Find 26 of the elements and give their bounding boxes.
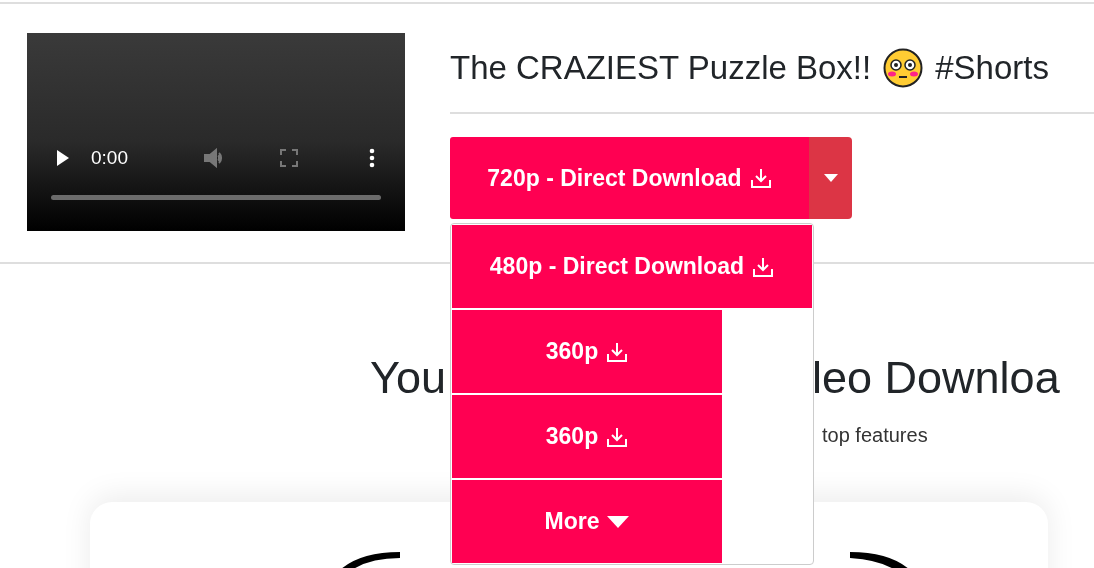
download-option[interactable]: 360p	[452, 395, 722, 478]
logo-drawing	[850, 552, 910, 568]
download-option[interactable]: More	[452, 480, 722, 563]
more-icon[interactable]	[369, 148, 375, 168]
download-icon	[752, 255, 775, 278]
video-title: The CRAZIEST Puzzle Box!!	[450, 49, 872, 87]
page-subtitle: top features	[822, 424, 928, 446]
dropdown-toggle[interactable]	[809, 137, 852, 219]
download-icon	[749, 167, 772, 189]
progress-track[interactable]	[51, 195, 381, 200]
caret-icon	[607, 515, 630, 528]
download-option[interactable]: 360p	[452, 310, 722, 393]
caret-icon	[823, 174, 838, 182]
play-icon[interactable]	[56, 149, 70, 167]
download-button[interactable]: 720p - Direct Download	[450, 137, 809, 219]
flushed-face-icon	[883, 48, 924, 88]
download-icon	[606, 340, 629, 363]
video-player[interactable]: 0:00	[27, 33, 405, 231]
page-heading: You	[369, 352, 446, 404]
download-option[interactable]: 480p - Direct Download	[452, 225, 812, 308]
download-icon	[606, 425, 629, 448]
time-text: 0:00	[91, 147, 128, 169]
page-heading: leo Downloa	[812, 352, 1060, 404]
fullscreen-icon[interactable]	[280, 149, 298, 167]
video-hashtag: #Shorts	[935, 49, 1049, 87]
logo-drawing	[340, 552, 400, 568]
